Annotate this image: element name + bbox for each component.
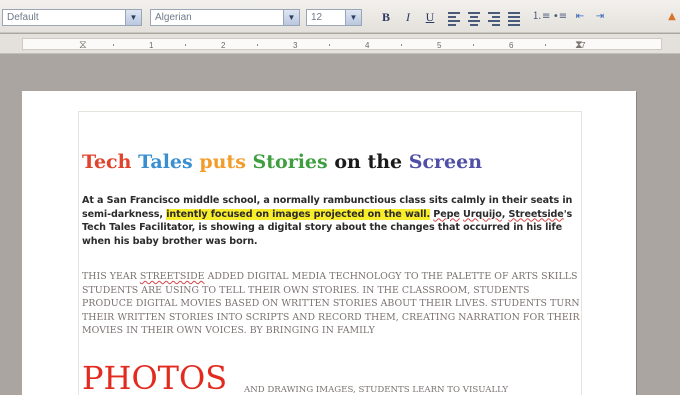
title-word: Stories <box>252 151 328 173</box>
photos-continuation[interactable]: and drawing images, students learn to vi… <box>244 385 508 395</box>
misspelled-word[interactable]: Pepe <box>433 209 460 220</box>
horizontal-ruler[interactable]: ⧖ 1 2 3 4 5 6 7 ⧗ <box>0 34 680 54</box>
bold-button[interactable]: B <box>378 9 394 26</box>
align-left-icon[interactable] <box>446 10 462 26</box>
font-size-select[interactable]: 12 ▼ <box>306 9 362 26</box>
ruler-tick <box>185 44 186 46</box>
ruler-tick <box>401 44 402 46</box>
ruler-number: 4 <box>365 41 370 50</box>
formatting-toolbar: Default ▼ Algerian ▼ 12 ▼ B I U ⒈≡ •≡ ⇤ … <box>0 0 680 33</box>
body-paragraph[interactable]: This year Streetside added digital media… <box>82 270 582 338</box>
ruler-number: 2 <box>221 41 226 50</box>
font-name-value: Algerian <box>155 12 192 23</box>
align-right-icon[interactable] <box>486 10 502 26</box>
italic-button[interactable]: I <box>400 9 416 26</box>
misspelled-word[interactable]: Streetside <box>140 271 205 282</box>
increase-indent-icon[interactable]: ⇥ <box>592 10 608 24</box>
paragraph-style-select[interactable]: Default ▼ <box>2 9 142 26</box>
numbered-list-icon[interactable]: ⒈≡ <box>532 10 550 24</box>
underline-button[interactable]: U <box>422 9 438 26</box>
ruler-number: 6 <box>509 41 514 50</box>
misspelled-word[interactable]: Urquijo <box>463 209 502 220</box>
ruler-tick <box>545 44 546 46</box>
justify-icon[interactable] <box>506 10 522 26</box>
font-size-value: 12 <box>311 12 323 23</box>
bullet-list-icon[interactable]: •≡ <box>552 10 568 24</box>
chevron-down-icon[interactable]: ▼ <box>345 10 361 25</box>
chevron-down-icon[interactable]: ▼ <box>283 10 299 25</box>
ruler-number: 1 <box>149 41 154 50</box>
font-name-select[interactable]: Algerian ▼ <box>150 9 300 26</box>
title-word: Screen <box>408 151 483 173</box>
drop-cap-word[interactable]: PHOTOS <box>82 362 227 394</box>
intro-paragraph[interactable]: At a San Francisco middle school, a norm… <box>82 194 582 248</box>
title-word: on the <box>334 151 403 173</box>
right-indent-marker-icon[interactable]: ⧗ <box>575 38 583 52</box>
title-word: Tech <box>82 151 132 173</box>
title-word: Tales <box>138 151 193 173</box>
highlight-icon[interactable]: ▲ <box>664 10 680 24</box>
highlighted-text: intently focused on images projected on … <box>166 208 431 220</box>
ruler-strip: ⧖ 1 2 3 4 5 6 7 ⧗ <box>22 38 662 52</box>
ruler-tick <box>113 44 114 46</box>
ruler-number: 3 <box>293 41 298 50</box>
chevron-down-icon[interactable]: ▼ <box>125 10 141 25</box>
ruler-number: 5 <box>437 41 442 50</box>
decrease-indent-icon[interactable]: ⇤ <box>572 10 588 24</box>
ruler-tick <box>329 44 330 46</box>
align-center-icon[interactable] <box>466 10 482 26</box>
paragraph-style-value: Default <box>7 12 39 23</box>
indent-marker-icon[interactable]: ⧖ <box>79 38 87 52</box>
misspelled-word[interactable]: Streetside <box>509 209 564 220</box>
document-title[interactable]: Tech Tales puts Stories on the Screen <box>82 151 482 173</box>
para2-text: This year <box>82 271 140 282</box>
para1-text: , <box>501 208 509 220</box>
ruler-tick <box>473 44 474 46</box>
title-word: puts <box>199 151 246 173</box>
ruler-tick <box>257 44 258 46</box>
